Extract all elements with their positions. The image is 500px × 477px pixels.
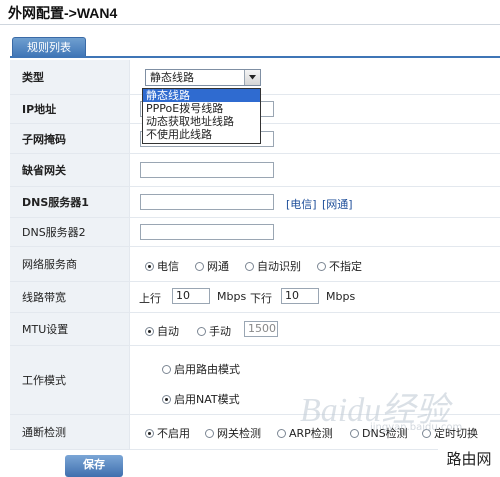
detect-option-dns[interactable]: DNS检测 [350, 425, 408, 441]
radio-icon[interactable] [145, 262, 154, 271]
row-isp: 网络服务商 电信 网通 自动识别 不指定 [10, 247, 500, 282]
corner-brand-logo: 路由网 [438, 448, 500, 470]
row-gateway: 缺省网关 [10, 154, 500, 187]
bandwidth-label: 线路带宽 [10, 282, 130, 312]
ip-label: IP地址 [10, 95, 130, 123]
dns2-input[interactable] [140, 224, 274, 240]
dns1-input[interactable] [140, 194, 274, 210]
radio-icon[interactable] [195, 262, 204, 271]
radio-icon[interactable] [317, 262, 326, 271]
type-option-static[interactable]: 静态线路 [143, 89, 260, 102]
gateway-label: 缺省网关 [10, 154, 130, 186]
upload-label: 上行 [139, 292, 161, 305]
mode-label: 工作模式 [10, 346, 130, 414]
type-label: 类型 [10, 60, 130, 94]
radio-icon[interactable] [162, 395, 171, 404]
gateway-input[interactable] [140, 162, 274, 178]
dns2-label: DNS服务器2 [10, 218, 130, 246]
row-detect: 通断检测 不启用 网关检测 ARP检测 DNS检测 定时切换 [10, 415, 500, 450]
radio-icon[interactable] [422, 429, 431, 438]
radio-icon[interactable] [277, 429, 286, 438]
title-divider [0, 24, 500, 25]
radio-icon[interactable] [350, 429, 359, 438]
mtu-option-manual[interactable]: 手动 [197, 323, 231, 339]
detect-option-timer[interactable]: 定时切换 [422, 425, 478, 441]
page-title: 外网配置->WAN4 [8, 5, 118, 21]
download-input[interactable]: 10 [281, 288, 319, 304]
isp-option-auto[interactable]: 自动识别 [245, 258, 301, 274]
isp-label: 网络服务商 [10, 247, 130, 281]
tab-rule-list[interactable]: 规则列表 [12, 37, 86, 57]
download-unit: Mbps [326, 290, 356, 303]
dns-netcom-link[interactable]: [网通] [322, 196, 353, 212]
row-bandwidth: 线路带宽 上行 10 Mbps 下行 10 Mbps [10, 282, 500, 313]
radio-icon[interactable] [205, 429, 214, 438]
mode-option-routing[interactable]: 启用路由模式 [162, 361, 240, 377]
radio-icon[interactable] [197, 327, 206, 336]
row-dns1: DNS服务器1 [电信] [网通] [10, 187, 500, 218]
row-mode: 工作模式 启用路由模式 启用NAT模式 [10, 346, 500, 415]
isp-option-netcom[interactable]: 网通 [195, 258, 229, 274]
save-button[interactable]: 保存 [65, 455, 123, 477]
tab-underline [10, 56, 500, 58]
row-dns2: DNS服务器2 [10, 218, 500, 247]
isp-option-telecom[interactable]: 电信 [145, 258, 179, 274]
radio-icon[interactable] [245, 262, 254, 271]
upload-unit: Mbps [217, 290, 247, 303]
download-label: 下行 [250, 292, 272, 305]
chevron-down-icon[interactable] [244, 70, 260, 85]
dns1-label: DNS服务器1 [10, 187, 130, 217]
detect-label: 通断检测 [10, 415, 130, 449]
type-option-pppoe[interactable]: PPPoE拨号线路 [143, 102, 260, 115]
detect-option-off[interactable]: 不启用 [145, 425, 190, 441]
detect-option-arp[interactable]: ARP检测 [277, 425, 333, 441]
detect-option-gateway[interactable]: 网关检测 [205, 425, 261, 441]
radio-icon[interactable] [162, 365, 171, 374]
mtu-input[interactable]: 1500 [244, 321, 278, 337]
radio-icon[interactable] [145, 429, 154, 438]
mtu-option-auto[interactable]: 自动 [145, 323, 179, 339]
type-option-dhcp[interactable]: 动态获取地址线路 [143, 115, 260, 128]
radio-icon[interactable] [145, 327, 154, 336]
mask-label: 子网掩码 [10, 124, 130, 153]
row-mtu: MTU设置 自动 手动 1500 [10, 313, 500, 346]
type-select[interactable]: 静态线路 [145, 69, 261, 86]
dns-telecom-link[interactable]: [电信] [286, 196, 317, 212]
mode-option-nat[interactable]: 启用NAT模式 [162, 391, 240, 407]
mtu-label: MTU设置 [10, 313, 130, 345]
type-option-disabled[interactable]: 不使用此线路 [143, 128, 260, 141]
type-select-value: 静态线路 [150, 71, 194, 84]
isp-option-none[interactable]: 不指定 [317, 258, 362, 274]
upload-input[interactable]: 10 [172, 288, 210, 304]
type-dropdown-list[interactable]: 静态线路 PPPoE拨号线路 动态获取地址线路 不使用此线路 [142, 88, 261, 144]
